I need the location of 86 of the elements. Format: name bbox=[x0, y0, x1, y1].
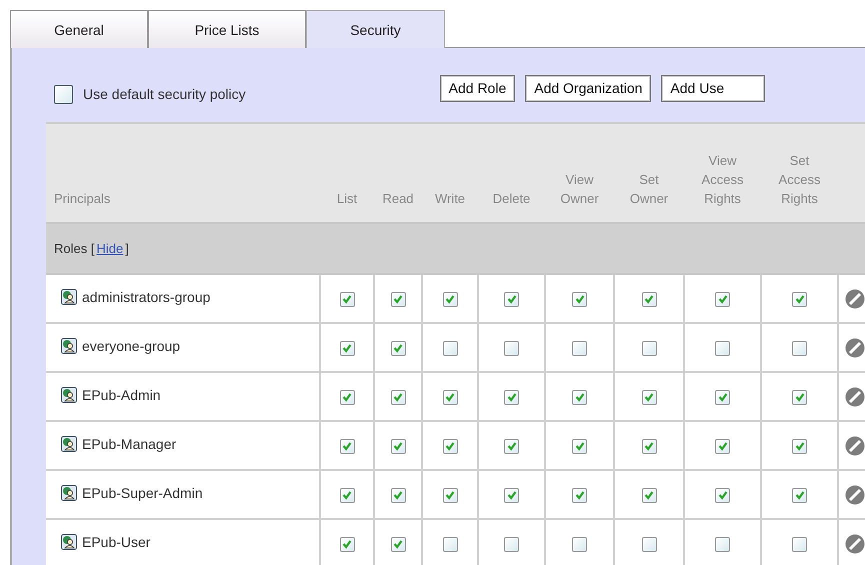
column-header: Set Access Rights bbox=[778, 152, 820, 208]
checkbox[interactable] bbox=[715, 488, 730, 503]
disable-icon[interactable] bbox=[845, 484, 865, 504]
checkbox[interactable] bbox=[715, 438, 730, 454]
checkbox[interactable] bbox=[390, 340, 406, 356]
role-icon bbox=[61, 534, 77, 550]
group-label-end: ] bbox=[125, 241, 129, 256]
checkbox[interactable] bbox=[642, 292, 656, 307]
checkbox[interactable] bbox=[572, 390, 587, 405]
checkbox[interactable] bbox=[442, 536, 458, 552]
checkbox[interactable] bbox=[792, 438, 807, 454]
add-button[interactable]: Add Organization bbox=[525, 74, 652, 102]
group-label: Roles [ bbox=[54, 241, 94, 256]
role-icon bbox=[61, 289, 77, 305]
add-button[interactable]: Add Role bbox=[440, 74, 516, 102]
column-header: Delete bbox=[492, 190, 530, 208]
checkbox[interactable] bbox=[442, 390, 458, 405]
checkbox[interactable] bbox=[792, 488, 807, 503]
checkbox[interactable] bbox=[504, 390, 519, 405]
checkbox[interactable] bbox=[390, 390, 406, 405]
checkbox[interactable] bbox=[54, 84, 73, 104]
checkbox[interactable] bbox=[442, 438, 458, 454]
checkbox[interactable] bbox=[442, 340, 458, 356]
tab[interactable]: Price Lists bbox=[148, 10, 306, 48]
column-header: Write bbox=[434, 190, 466, 208]
checkbox[interactable] bbox=[572, 292, 587, 307]
checkbox[interactable] bbox=[340, 438, 354, 454]
checkbox[interactable] bbox=[504, 536, 519, 552]
column-header: Principals bbox=[54, 190, 110, 208]
checkbox[interactable] bbox=[792, 390, 807, 405]
checkbox[interactable] bbox=[340, 536, 354, 552]
checkbox[interactable] bbox=[642, 340, 656, 356]
checkbox[interactable] bbox=[715, 536, 730, 552]
column-header: List bbox=[336, 190, 358, 208]
checkbox[interactable] bbox=[504, 488, 519, 503]
disable-icon[interactable] bbox=[845, 386, 865, 406]
checkbox[interactable] bbox=[390, 488, 406, 503]
role-icon bbox=[61, 485, 77, 501]
checkbox[interactable] bbox=[504, 292, 519, 307]
role-icon bbox=[61, 387, 77, 403]
checkbox[interactable] bbox=[504, 438, 519, 454]
checkbox[interactable] bbox=[390, 438, 406, 454]
checkbox[interactable] bbox=[442, 292, 458, 307]
checkbox[interactable] bbox=[442, 488, 458, 503]
checkbox[interactable] bbox=[792, 292, 807, 307]
checkbox[interactable] bbox=[504, 340, 519, 356]
checkbox[interactable] bbox=[572, 488, 587, 503]
checkbox[interactable] bbox=[715, 340, 730, 356]
hide-link[interactable]: Hide bbox=[96, 241, 124, 256]
checkbox[interactable] bbox=[572, 536, 587, 552]
role-name: everyone-group bbox=[82, 338, 180, 354]
checkbox[interactable] bbox=[390, 536, 406, 552]
role-name: EPub-User bbox=[82, 534, 150, 550]
checkbox[interactable] bbox=[340, 340, 354, 356]
checkbox[interactable] bbox=[390, 292, 406, 307]
checkbox[interactable] bbox=[715, 292, 730, 307]
checkbox[interactable] bbox=[642, 438, 656, 454]
role-name: administrators-group bbox=[82, 289, 210, 305]
checkbox[interactable] bbox=[642, 390, 656, 405]
add-button[interactable]: Add Use bbox=[661, 74, 766, 102]
tab[interactable]: General bbox=[10, 10, 148, 48]
tab[interactable]: Security bbox=[306, 10, 445, 48]
column-header: Set Owner bbox=[630, 171, 668, 208]
checkbox-label: Use default security policy bbox=[83, 86, 246, 102]
role-name: EPub-Admin bbox=[82, 387, 161, 403]
column-header: Read bbox=[382, 190, 414, 208]
column-header: View Owner bbox=[560, 171, 599, 208]
checkbox[interactable] bbox=[572, 438, 587, 454]
role-name: EPub-Manager bbox=[82, 436, 176, 452]
disable-icon[interactable] bbox=[845, 288, 865, 308]
checkbox[interactable] bbox=[792, 536, 807, 552]
checkbox[interactable] bbox=[340, 292, 354, 307]
checkbox[interactable] bbox=[340, 390, 354, 405]
disable-icon[interactable] bbox=[845, 338, 865, 358]
role-icon bbox=[61, 338, 77, 354]
role-icon bbox=[61, 436, 77, 452]
column-header: View Access Rights bbox=[702, 152, 744, 208]
role-name: EPub-Super-Admin bbox=[82, 485, 203, 501]
disable-icon[interactable] bbox=[845, 534, 865, 554]
checkbox[interactable] bbox=[715, 390, 730, 405]
disable-icon[interactable] bbox=[845, 436, 865, 456]
checkbox[interactable] bbox=[642, 536, 656, 552]
checkbox[interactable] bbox=[340, 488, 354, 503]
checkbox[interactable] bbox=[572, 340, 587, 356]
checkbox[interactable] bbox=[792, 340, 807, 356]
checkbox[interactable] bbox=[642, 488, 656, 503]
